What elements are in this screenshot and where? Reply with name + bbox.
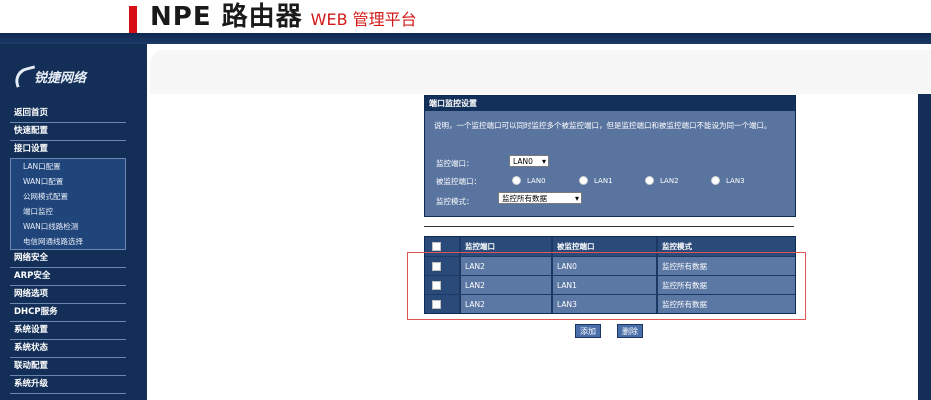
radio-lan0-label: LAN0 [527,177,546,185]
submenu-item-lan-config[interactable]: LAN口配置 [11,159,125,174]
monitor-mode-label: 监控模式： [436,197,474,206]
radio-lan2[interactable] [645,176,654,185]
sidebar: 锐捷网络 返回首页 快速配置 接口设置 LAN口配置 WAN口配置 公网模式配置… [0,44,147,400]
monitored-port-label: 被监控端口： [436,177,481,186]
panel-title: 端口监控设置 [425,96,795,111]
header-band [0,33,931,44]
menu-item-home[interactable]: 返回首页 [10,105,126,123]
chevron-down-icon: ▾ [574,194,579,203]
submenu-item-port-monitor[interactable]: 端口监控 [11,204,125,219]
monitor-mode-select[interactable]: 监控所有数据 ▾ [498,192,582,204]
scrollbar[interactable] [918,94,931,400]
submenu-interface: LAN口配置 WAN口配置 公网模式配置 端口监控 WAN口线路检测 电信网通线… [10,159,126,250]
menu-item-interface-settings[interactable]: 接口设置 [10,141,126,159]
logo-text: 锐捷网络 [34,71,87,86]
menu-item-dhcp[interactable]: DHCP服务 [10,304,126,322]
submenu-item-wan-config[interactable]: WAN口配置 [11,174,125,189]
chevron-down-icon: ▾ [541,157,546,166]
radio-lan2-label: LAN2 [660,177,679,185]
sidebar-menu: 返回首页 快速配置 接口设置 LAN口配置 WAN口配置 公网模式配置 端口监控… [10,105,126,394]
menu-item-network-options[interactable]: 网络选项 [10,286,126,304]
radio-lan1-label: LAN1 [594,177,613,185]
radio-lan1[interactable] [579,176,588,185]
highlight-annotation-box [407,252,806,320]
menu-item-system-upgrade[interactable]: 系统升级 [10,376,126,394]
add-button[interactable]: 添加 [575,324,601,338]
menu-item-system-settings[interactable]: 系统设置 [10,322,126,340]
section-divider [424,226,794,227]
submenu-item-line-select[interactable]: 电信网通线路选择 [11,234,125,249]
menu-item-network-security[interactable]: 网络安全 [10,250,126,268]
app-header: NPE 路由器 WEB 管理平台 [0,0,931,44]
menu-item-linkage-config[interactable]: 联动配置 [10,358,126,376]
app-title-main: NPE 路由器 [150,2,303,32]
select-all-checkbox[interactable] [432,242,441,251]
panel-description: 说明，一个监控端口可以同时监控多个被监控端口，但是监控端口和被监控端口不能设为同… [434,121,772,130]
monitor-mode-value: 监控所有数据 [502,194,547,203]
submenu-item-public-mode[interactable]: 公网模式配置 [11,189,125,204]
menu-item-quick-config[interactable]: 快速配置 [10,123,126,141]
radio-lan3-label: LAN3 [726,177,745,185]
app-title-sub: WEB 管理平台 [310,10,417,29]
menu-item-system-status[interactable]: 系统状态 [10,340,126,358]
radio-lan3[interactable] [711,176,720,185]
radio-lan0[interactable] [512,176,521,185]
monitor-port-label: 监控端口： [436,159,474,168]
monitor-port-select[interactable]: LAN0 ▾ [509,155,549,167]
brand-logo: 锐捷网络 [12,64,94,88]
port-monitor-panel: 端口监控设置 说明，一个监控端口可以同时监控多个被监控端口，但是监控端口和被监控… [424,95,796,217]
content-top-band [150,50,931,94]
delete-button[interactable]: 删除 [617,324,643,338]
app-title: NPE 路由器 WEB 管理平台 [150,2,417,32]
menu-item-arp-security[interactable]: ARP安全 [10,268,126,286]
submenu-item-wan-line-check[interactable]: WAN口线路检测 [11,219,125,234]
monitor-port-value: LAN0 [513,157,533,166]
